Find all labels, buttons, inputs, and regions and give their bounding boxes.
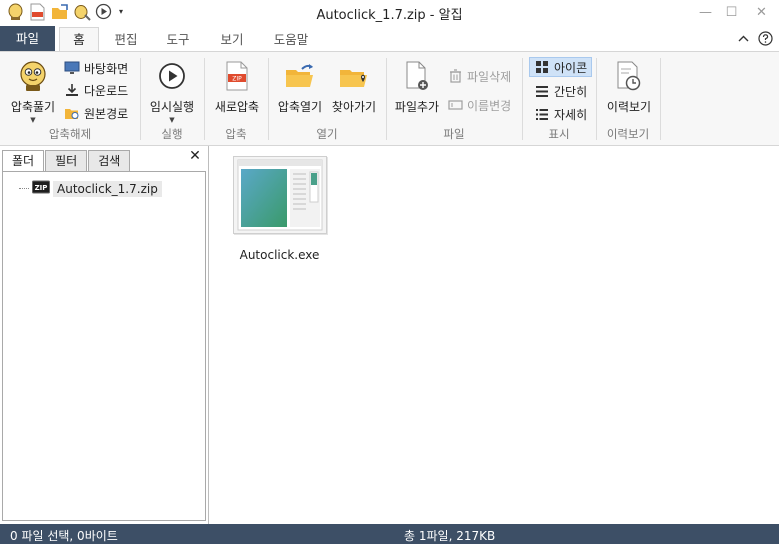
tree-item-label: Autoclick_1.7.zip [53,180,162,197]
file-list-area: Autoclick.exe [210,146,779,524]
collapse-ribbon-icon[interactable] [735,30,751,46]
close-window-button[interactable]: ✕ [744,0,779,24]
group-label-history: 이력보기 [606,127,650,141]
view-detail-label: 자세히 [554,107,588,122]
tab-file[interactable]: 파일 [0,26,55,51]
group-separator [660,58,661,140]
panel-tab-folder[interactable]: 폴더 [2,150,45,173]
extract-desktop-label: 바탕화면 [84,61,129,76]
monitor-icon [64,60,80,76]
view-detail-button[interactable]: 자세히 [534,104,587,124]
window-title: Autoclick_1.7.zip - 알집 [316,8,463,23]
original-path-icon [64,105,80,121]
temp-run-button[interactable]: 임시실행 ▼ [146,58,198,124]
svg-text:ZIP: ZIP [35,184,48,192]
detail-view-icon [534,106,550,122]
ribbon-toolbar: 압축풀기 ▼ 바탕화면 다운로드 원본경로 압축해제 임시실행 ▼ 실행 ZIP [0,51,779,146]
download-icon [64,82,80,98]
status-bar: 0 파일 선택, 0바이트 총 1파일, 217KB [0,524,779,544]
view-simple-label: 간단히 [554,84,588,99]
group-label-extract: 압축해제 [48,127,92,141]
view-icon-label: 아이콘 [554,60,588,75]
history-clock-icon [612,58,646,94]
panel-tab-filter[interactable]: 필터 [45,150,88,171]
panel-close-button[interactable]: ✕ [188,149,202,163]
tree-item-archive[interactable]: ZIP Autoclick_1.7.zip [19,179,162,198]
group-label-open: 열기 [316,127,338,141]
history-label: 이력보기 [606,100,652,114]
svg-text:ZIP: ZIP [232,76,242,83]
extract-button[interactable]: 압축풀기 ▼ [8,58,58,124]
new-compress-button[interactable]: ZIP 새로압축 [210,58,264,115]
rename-label: 이름변경 [467,98,512,113]
temp-run-dropdown-icon[interactable]: ▼ [169,116,174,124]
folder-tree: ZIP Autoclick_1.7.zip [2,171,206,521]
group-label-file: 파일 [443,127,465,141]
rename-icon [447,97,463,113]
view-simple-button[interactable]: 간단히 [534,81,587,101]
list-view-icon [534,83,550,99]
tab-view[interactable]: 보기 [210,28,254,51]
extract-mascot-icon [16,58,50,94]
tab-home[interactable]: 홈 [59,27,99,52]
new-compress-label: 새로압축 [214,100,260,114]
open-archive-button[interactable]: 압축열기 [274,58,326,115]
status-total: 총 1파일, 217KB [404,529,496,543]
tab-help[interactable]: 도움말 [262,28,320,51]
group-label-view: 표시 [548,127,570,141]
add-file-button[interactable]: 파일추가 [392,58,442,115]
trash-icon [447,68,463,84]
panel-tab-search[interactable]: 검색 [88,150,131,171]
view-icon-button[interactable]: 아이콘 [529,57,593,77]
extract-dropdown-icon[interactable]: ▼ [30,116,35,124]
help-icon[interactable] [757,30,773,46]
play-circle-icon [155,58,189,94]
delete-file-label: 파일삭제 [467,69,512,84]
panel-tabs: 폴더 필터 검색 [2,150,131,173]
file-item[interactable]: Autoclick.exe [232,156,327,262]
add-file-icon [400,58,434,94]
delete-file-button[interactable]: 파일삭제 [447,66,511,86]
temp-run-label: 임시실행 [149,100,195,114]
find-location-button[interactable]: 찾아가기 [328,58,380,115]
grid-view-icon [534,59,550,75]
extract-original-path-button[interactable]: 원본경로 [64,103,128,123]
zip-archive-icon: ZIP [32,179,50,198]
extract-desktop-button[interactable]: 바탕화면 [64,58,128,78]
extract-download-button[interactable]: 다운로드 [64,80,128,100]
find-folder-icon [337,58,371,94]
new-zip-icon: ZIP [220,58,254,94]
rename-button[interactable]: 이름변경 [447,95,511,115]
exe-file-thumbnail-icon [232,156,327,234]
open-archive-label: 압축열기 [277,100,323,114]
extract-download-label: 다운로드 [84,83,129,98]
add-file-label: 파일추가 [394,100,440,114]
tab-tools[interactable]: 도구 [156,28,200,51]
find-location-label: 찾아가기 [331,100,377,114]
tree-connector [19,188,29,189]
group-label-compress: 압축 [225,127,247,141]
history-button[interactable]: 이력보기 [602,58,656,115]
tab-edit[interactable]: 편집 [104,28,148,51]
status-selection: 0 파일 선택, 0바이트 [10,529,118,543]
group-label-run: 실행 [161,127,183,141]
folder-panel: 폴더 필터 검색 ✕ ZIP Autoclick_1.7.zip [0,146,209,524]
file-name: Autoclick.exe [239,248,320,262]
title-bar: ▾ Autoclick_1.7.zip - 알집 — ☐ ✕ [0,0,779,26]
extract-label: 압축풀기 [10,100,56,114]
ribbon-tabs: 파일 홈 편집 도구 보기 도움말 [0,26,779,52]
extract-original-path-label: 원본경로 [84,106,129,121]
open-archive-folder-icon [283,58,317,94]
